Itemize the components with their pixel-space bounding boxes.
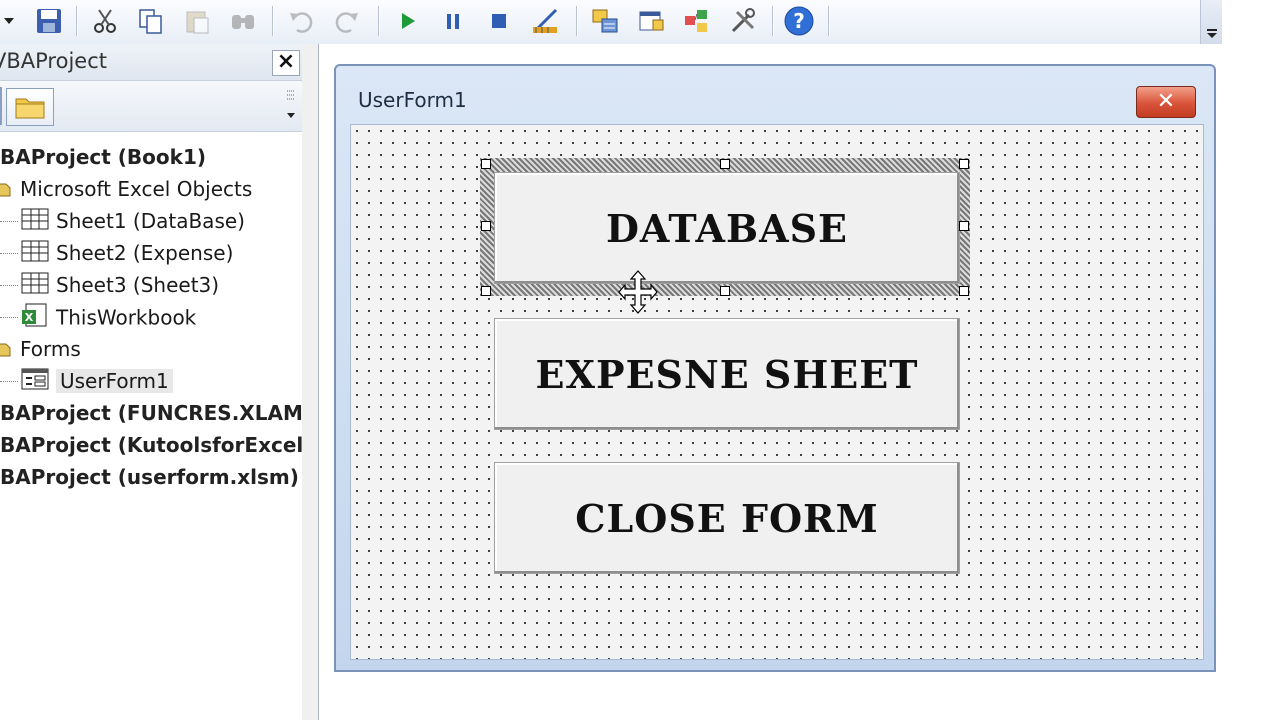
properties-window-icon[interactable] xyxy=(634,4,668,38)
toolbar-dropdown-icon[interactable] xyxy=(0,4,22,38)
svg-text:X: X xyxy=(25,311,34,324)
standard-toolbar: ? xyxy=(0,0,1223,45)
folder-open-icon xyxy=(0,176,14,206)
resize-handle-left[interactable] xyxy=(481,221,491,231)
sheet-icon xyxy=(20,207,50,239)
move-cursor-icon xyxy=(618,270,658,314)
project-explorer-panel: VBAProject × BAProject (Book1) Microsoft… xyxy=(0,44,312,720)
tree-item-project-book1[interactable]: BAProject (Book1) xyxy=(0,142,206,172)
object-browser-icon[interactable] xyxy=(680,4,714,38)
sheet-icon xyxy=(20,239,50,271)
tree-item-thisworkbook[interactable]: X ThisWorkbook xyxy=(20,302,196,332)
tree-item-sheet2[interactable]: Sheet2 (Expense) xyxy=(20,238,233,268)
tree-item-sheet3[interactable]: Sheet3 (Sheet3) xyxy=(20,270,219,300)
cut-icon[interactable] xyxy=(88,4,122,38)
expense-sheet-button[interactable]: EXPESNE SHEET xyxy=(494,318,960,430)
close-icon[interactable]: × xyxy=(272,50,300,76)
break-icon[interactable] xyxy=(436,4,470,38)
resize-handle-right[interactable] xyxy=(959,221,969,231)
resize-handle-bottom[interactable] xyxy=(720,286,730,296)
svg-text:?: ? xyxy=(793,9,805,33)
find-icon[interactable] xyxy=(226,4,260,38)
folder-open-icon xyxy=(0,336,14,366)
resize-handle-top[interactable] xyxy=(720,159,730,169)
folder-icon xyxy=(15,98,45,119)
panel-splitter[interactable] xyxy=(302,44,319,720)
project-explorer-icon[interactable] xyxy=(588,4,622,38)
workbook-icon: X xyxy=(20,302,50,336)
reset-icon[interactable] xyxy=(482,4,516,38)
userform-title: UserForm1 xyxy=(358,88,467,112)
toolbar-overflow-icon[interactable] xyxy=(1200,0,1223,44)
copy-icon[interactable] xyxy=(134,4,168,38)
tree-item-excel-objects[interactable]: Microsoft Excel Objects xyxy=(0,174,252,204)
sheet-icon xyxy=(20,271,50,303)
paste-icon[interactable] xyxy=(180,4,214,38)
help-icon[interactable]: ? xyxy=(782,4,816,38)
undo-icon[interactable] xyxy=(284,4,318,38)
save-icon[interactable] xyxy=(32,4,66,38)
userform-icon xyxy=(20,367,50,399)
tree-item-project-kutools[interactable]: BAProject (KutoolsforExcel xyxy=(0,430,303,460)
design-mode-icon[interactable] xyxy=(528,4,562,38)
toolbar-empty-area xyxy=(1222,0,1280,44)
tree-item-project-userform[interactable]: BAProject (userform.xlsm) xyxy=(0,462,299,492)
tree-item-forms[interactable]: Forms xyxy=(0,334,81,364)
tree-item-sheet1[interactable]: Sheet1 (DataBase) xyxy=(20,206,245,236)
project-explorer-toolbar xyxy=(0,81,302,132)
resize-handle-top-right[interactable] xyxy=(959,159,969,169)
toggle-folders-button[interactable] xyxy=(6,88,54,126)
redo-icon[interactable] xyxy=(330,4,364,38)
database-button[interactable]: DATABASE xyxy=(494,172,960,284)
project-explorer-title: VBAProject xyxy=(0,49,107,73)
tree-item-project-funcres[interactable]: BAProject (FUNCRES.XLAM) xyxy=(0,398,312,428)
toolbar-grip-icon[interactable] xyxy=(284,85,298,127)
toolbox-icon[interactable] xyxy=(726,4,760,38)
close-form-button[interactable]: CLOSE FORM xyxy=(494,462,960,574)
close-icon[interactable]: ✕ xyxy=(1136,86,1196,118)
tree-item-userform1[interactable]: UserForm1 xyxy=(20,366,173,396)
project-explorer-header: VBAProject × xyxy=(0,44,302,81)
resize-handle-bottom-left[interactable] xyxy=(481,286,491,296)
resize-handle-top-left[interactable] xyxy=(481,159,491,169)
resize-handle-bottom-right[interactable] xyxy=(959,286,969,296)
run-icon[interactable] xyxy=(390,4,424,38)
